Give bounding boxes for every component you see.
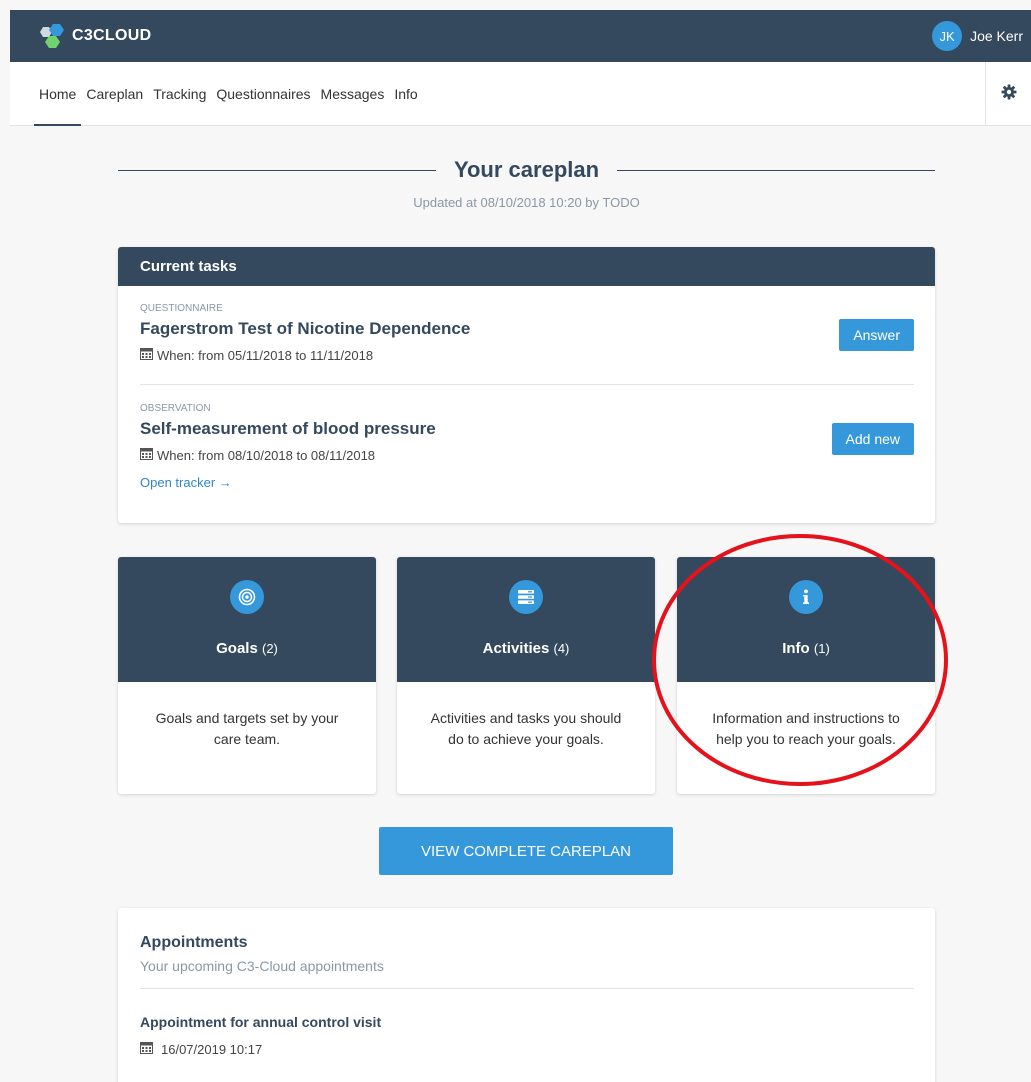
activities-title-text: Activities <box>482 640 550 657</box>
main-nav: Home Careplan Tracking Questionnaires Me… <box>10 62 1031 126</box>
activities-title: Activities (4) <box>397 640 655 657</box>
list-icon <box>509 580 543 614</box>
info-title: Info (1) <box>677 640 935 657</box>
goals-count: (2) <box>261 641 278 656</box>
c3cloud-logo-icon <box>36 23 70 49</box>
calendar-icon <box>140 347 153 363</box>
task-item: QUESTIONNAIRE Fagerstrom Test of Nicotin… <box>140 303 914 385</box>
tab-tracking[interactable]: Tracking <box>148 62 211 126</box>
task-when: When: from 08/10/2018 to 08/11/2018 <box>140 447 914 463</box>
info-title-text: Info <box>782 640 810 657</box>
tab-info[interactable]: Info <box>389 62 422 126</box>
brand[interactable]: C3CLOUD <box>10 23 151 49</box>
goals-description: Goals and targets set by your care team. <box>155 710 339 747</box>
user-menu[interactable]: JK Joe Kerr <box>932 21 1031 51</box>
appointments-card: Appointments Your upcoming C3-Cloud appo… <box>118 908 935 1082</box>
appointments-subtitle: Your upcoming C3-Cloud appointments <box>140 958 384 974</box>
info-description: Information and instructions to help you… <box>712 710 900 747</box>
appointment-title[interactable]: Appointment for annual control visit <box>140 1014 381 1030</box>
careplan-heading: Your careplan <box>118 150 935 190</box>
gear-icon <box>1001 84 1017 105</box>
activities-card[interactable]: Activities (4) Activities and tasks you … <box>397 557 655 794</box>
answer-button[interactable]: Answer <box>839 319 914 351</box>
task-type: QUESTIONNAIRE <box>140 303 223 314</box>
task-when-text: When: from 08/10/2018 to 08/11/2018 <box>157 447 376 463</box>
goals-title: Goals (2) <box>118 640 376 657</box>
calendar-icon <box>140 1041 153 1057</box>
info-card-header: Info (1) <box>677 557 935 682</box>
open-tracker-link[interactable]: Open tracker → <box>140 475 232 490</box>
heading-divider <box>118 169 436 171</box>
tab-home[interactable]: Home <box>34 62 82 126</box>
heading-divider <box>617 169 935 171</box>
appointments-title: Appointments <box>140 934 248 951</box>
view-complete-careplan-button[interactable]: VIEW COMPLETE CAREPLAN <box>379 827 673 875</box>
goals-title-text: Goals <box>216 640 258 657</box>
calendar-icon <box>140 447 153 463</box>
activities-card-header: Activities (4) <box>397 557 655 682</box>
task-title: Self-measurement of blood pressure <box>140 419 436 438</box>
goals-card[interactable]: Goals (2) Goals and targets set by your … <box>118 557 376 794</box>
current-tasks-card: Current tasks QUESTIONNAIRE Fagerstrom T… <box>118 247 935 523</box>
info-card[interactable]: Info (1) Information and instructions to… <box>677 557 935 794</box>
task-title: Fagerstrom Test of Nicotine Dependence <box>140 319 471 338</box>
activities-description: Activities and tasks you should do to ac… <box>430 710 622 747</box>
current-tasks-header: Current tasks <box>118 247 935 286</box>
activities-count: (4) <box>553 641 570 656</box>
brand-name: C3CLOUD <box>72 27 152 44</box>
task-item: OBSERVATION Self-measurement of blood pr… <box>140 403 914 503</box>
settings-button[interactable] <box>985 62 1031 126</box>
add-new-button[interactable]: Add new <box>831 423 914 455</box>
info-count: (1) <box>813 641 830 656</box>
avatar: JK <box>932 21 963 51</box>
appointment-date: 16/07/2019 10:17 <box>140 1041 262 1057</box>
task-type: OBSERVATION <box>140 403 211 414</box>
page-title: Your careplan <box>453 157 600 182</box>
user-name: Joe Kerr <box>970 28 1023 44</box>
task-when-text: When: from 05/11/2018 to 11/11/2018 <box>157 347 374 363</box>
task-when: When: from 05/11/2018 to 11/11/2018 <box>140 347 914 363</box>
info-icon <box>789 580 823 614</box>
target-icon <box>230 580 264 614</box>
goals-card-header: Goals (2) <box>118 557 376 682</box>
top-bar: C3CLOUD JK Joe Kerr <box>10 10 1031 62</box>
tab-careplan[interactable]: Careplan <box>81 62 148 126</box>
appointments-divider <box>140 988 914 989</box>
tab-questionnaires[interactable]: Questionnaires <box>211 62 315 126</box>
tab-messages[interactable]: Messages <box>316 62 390 126</box>
appointment-date-text: 16/07/2019 10:17 <box>161 1041 263 1057</box>
updated-info: Updated at 08/10/2018 10:20 by TODO <box>413 195 640 210</box>
